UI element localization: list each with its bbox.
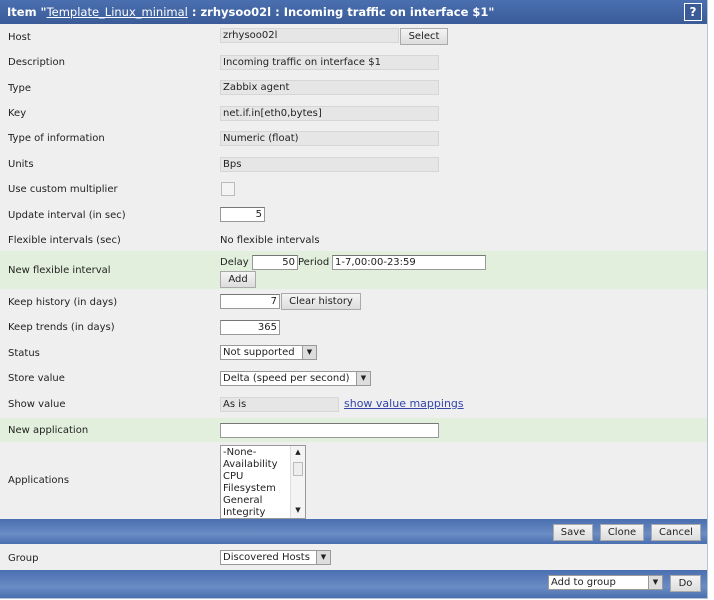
flexible-label: Flexible intervals (sec) — [8, 235, 121, 246]
type-info-field: Numeric (float) — [220, 131, 439, 146]
select-button[interactable]: Select — [400, 28, 448, 45]
chevron-down-icon: ▼ — [356, 372, 370, 385]
status-label: Status — [8, 348, 40, 359]
title-suffix: : zrhysoo02l : Incoming traffic on inter… — [187, 5, 495, 19]
applications-listbox[interactable]: -None- Availability CPU Filesystem Gener… — [220, 445, 306, 519]
key-label: Key — [8, 108, 27, 119]
form-title: Item "Template_Linux_minimal : zrhysoo02… — [7, 0, 494, 24]
title-prefix: Item " — [7, 5, 47, 19]
store-value-label: Store value — [8, 373, 65, 384]
cancel-button[interactable]: Cancel — [651, 524, 701, 541]
group-select[interactable]: Discovered Hosts ▼ — [220, 550, 331, 565]
status-value: Not supported — [223, 347, 295, 358]
new-flexible-label: New flexible interval — [8, 265, 111, 276]
new-application-input[interactable] — [220, 423, 439, 438]
host-field: zrhysoo02l — [220, 28, 399, 43]
show-value-field: As is — [220, 397, 339, 412]
keep-history-label: Keep history (in days) — [8, 297, 118, 308]
units-field: Bps — [220, 157, 439, 172]
scroll-thumb[interactable] — [293, 462, 303, 476]
show-value-label: Show value — [8, 399, 66, 410]
scroll-up-icon[interactable]: ▲ — [291, 446, 305, 458]
applications-label: Applications — [8, 475, 70, 486]
group-action-value: Add to group — [551, 577, 616, 588]
chevron-down-icon: ▼ — [648, 576, 662, 589]
chevron-down-icon: ▼ — [302, 346, 316, 359]
save-button[interactable]: Save — [553, 524, 593, 541]
group-label: Group — [8, 553, 39, 564]
store-value-select[interactable]: Delta (speed per second) ▼ — [220, 371, 371, 386]
item-form: Item "Template_Linux_minimal : zrhysoo02… — [0, 0, 708, 599]
description-field: Incoming traffic on interface $1 — [220, 55, 439, 70]
custom-multiplier-label: Use custom multiplier — [8, 184, 118, 195]
keep-trends-label: Keep trends (in days) — [8, 322, 115, 333]
flexible-value: No flexible intervals — [220, 235, 320, 246]
update-interval-input[interactable]: 5 — [220, 207, 265, 222]
help-icon[interactable]: ? — [684, 3, 702, 21]
custom-multiplier-checkbox[interactable] — [221, 182, 235, 196]
template-link[interactable]: Template_Linux_minimal — [47, 5, 188, 19]
form-header: Item "Template_Linux_minimal : zrhysoo02… — [0, 0, 707, 24]
clear-history-button[interactable]: Clear history — [281, 293, 361, 310]
group-action-select[interactable]: Add to group ▼ — [548, 575, 663, 590]
units-label: Units — [8, 159, 34, 170]
delay-input[interactable]: 50 — [252, 255, 298, 270]
store-value-value: Delta (speed per second) — [223, 373, 350, 384]
delay-label: Delay — [220, 257, 249, 268]
new-application-label: New application — [8, 425, 89, 436]
scrollbar[interactable]: ▲ ▼ — [290, 446, 305, 518]
add-button[interactable]: Add — [220, 271, 256, 288]
status-select[interactable]: Not supported ▼ — [220, 345, 317, 360]
period-input[interactable]: 1-7,00:00-23:59 — [332, 255, 486, 270]
key-field: net.if.in[eth0,bytes] — [220, 106, 439, 121]
keep-trends-input[interactable]: 365 — [220, 320, 280, 335]
period-label: Period — [298, 257, 330, 268]
type-field: Zabbix agent — [220, 80, 439, 95]
keep-history-input[interactable]: 7 — [220, 294, 280, 309]
scroll-down-icon[interactable]: ▼ — [291, 504, 305, 516]
type-label: Type — [8, 83, 31, 94]
group-value: Discovered Hosts — [223, 552, 310, 563]
host-label: Host — [8, 32, 31, 43]
chevron-down-icon: ▼ — [316, 551, 330, 564]
do-button[interactable]: Do — [670, 575, 701, 592]
show-value-mappings-link[interactable]: show value mappings — [344, 397, 464, 410]
description-label: Description — [8, 57, 65, 68]
type-info-label: Type of information — [8, 133, 105, 144]
update-interval-label: Update interval (in sec) — [8, 210, 126, 221]
clone-button[interactable]: Clone — [600, 524, 644, 541]
